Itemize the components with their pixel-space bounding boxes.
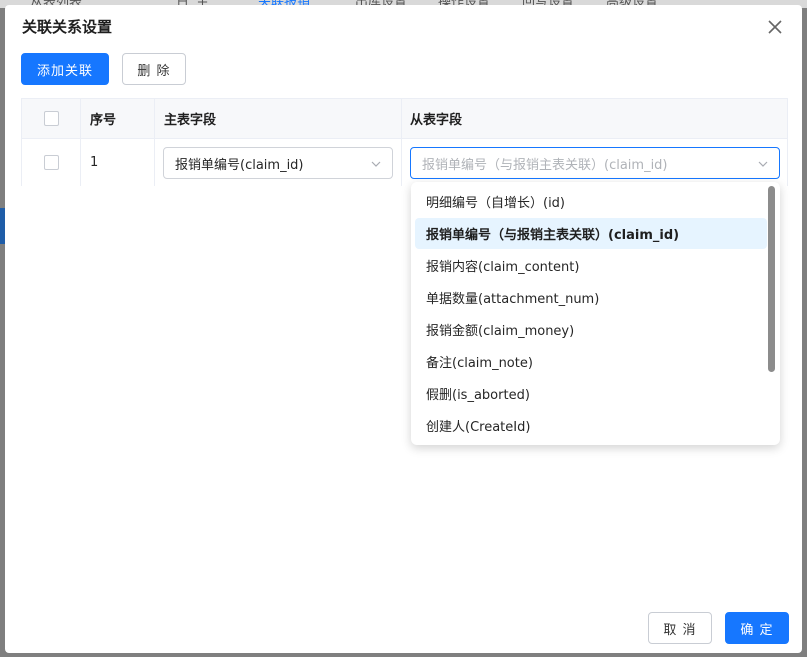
main-field-select[interactable]: 报销单编号(claim_id) [163,147,393,179]
dropdown-scrollbar[interactable] [768,186,775,372]
table-row: 1 报销单编号(claim_id) 报销单编号（与报销主表关联）(claim_i… [22,139,787,186]
sub-field-placeholder: 报销单编号（与报销主表关联）(claim_id) [422,157,668,173]
row-main-field-cell: 报销单编号(claim_id) [155,139,402,186]
sub-field-dropdown: 明细编号（自增长）(id) 报销单编号（与报销主表关联）(claim_id) 报… [411,182,780,445]
dropdown-option[interactable]: 假删(is_aborted) [415,378,767,409]
row-checkbox[interactable] [43,155,59,170]
relation-settings-dialog: 关联关系设置 添加关联 删 除 序号 主表字段 从表字段 1 报销单编号(cla… [5,5,802,653]
delete-button[interactable]: 删 除 [122,53,186,85]
dropdown-option-selected[interactable]: 报销单编号（与报销主表关联）(claim_id) [415,218,767,249]
dropdown-option[interactable]: 备注(claim_note) [415,346,767,377]
sub-field-select[interactable]: 报销单编号（与报销主表关联）(claim_id) [410,147,780,179]
main-field-value: 报销单编号(claim_id) [175,157,304,173]
relation-table: 序号 主表字段 从表字段 1 报销单编号(claim_id) 报销单编号（与报销… [21,98,788,186]
header-seq: 序号 [81,99,155,138]
row-seq: 1 [81,139,155,186]
dropdown-option[interactable]: 报销内容(claim_content) [415,250,767,281]
row-sub-field-cell: 报销单编号（与报销主表关联）(claim_id) [402,139,787,186]
header-select-cell [22,99,81,138]
table-header: 序号 主表字段 从表字段 [22,99,787,139]
chevron-down-icon [758,161,768,167]
header-main-field: 主表字段 [155,99,402,138]
row-select-cell [22,139,81,186]
chevron-down-icon [371,161,381,167]
dropdown-option[interactable]: 报销金额(claim_money) [415,314,767,345]
select-all-checkbox[interactable] [43,111,59,126]
header-sub-field: 从表字段 [410,113,463,128]
dropdown-option[interactable]: 创建人(CreateId) [415,410,767,441]
cancel-button[interactable]: 取 消 [648,612,712,644]
dropdown-option[interactable]: 单据数量(attachment_num) [415,282,767,313]
dialog-title: 关联关系设置 [22,18,113,36]
confirm-button[interactable]: 确 定 [725,612,789,644]
add-relation-button[interactable]: 添加关联 [21,53,109,85]
dropdown-option[interactable]: 明细编号（自增长）(id) [415,186,767,217]
close-icon[interactable] [765,17,785,37]
